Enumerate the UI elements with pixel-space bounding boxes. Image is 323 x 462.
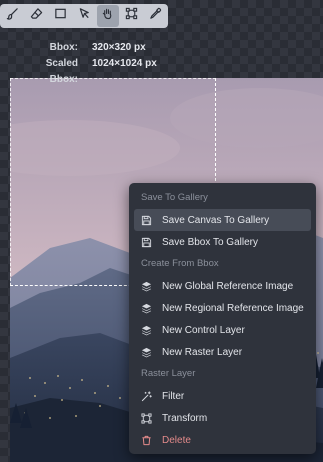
- bbox-size-value: 320×320 px: [92, 42, 146, 53]
- floppy-disk-icon: [141, 215, 152, 226]
- menu-item-delete[interactable]: Delete: [134, 429, 311, 451]
- hand-icon: [101, 7, 114, 25]
- menu-item-label: Transform: [162, 412, 208, 424]
- canvas-toolbar: [0, 4, 168, 28]
- tool-eraser[interactable]: [26, 5, 48, 27]
- rectangle-icon: [54, 7, 67, 25]
- menu-item-label: New Regional Reference Image: [162, 302, 304, 314]
- menu-item-new-regional-reference[interactable]: New Regional Reference Image: [134, 297, 311, 319]
- eraser-icon: [30, 7, 43, 25]
- bbox-size-label: Bbox:: [49, 42, 78, 53]
- stack-icon: [141, 347, 152, 358]
- tool-rectangle[interactable]: [49, 5, 71, 27]
- menu-item-save-canvas[interactable]: Save Canvas To Gallery: [134, 209, 311, 231]
- menu-item-label: New Control Layer: [162, 324, 245, 336]
- trash-icon: [141, 435, 152, 446]
- canvas-context-menu: Save To Gallery Save Canvas To Gallery S…: [129, 183, 316, 454]
- tool-brush[interactable]: [2, 5, 24, 27]
- floppy-disk-icon: [141, 237, 152, 248]
- scaled-bbox-value: 1024×1024 px: [92, 58, 157, 69]
- menu-item-label: Save Canvas To Gallery: [162, 214, 270, 226]
- tool-move[interactable]: [73, 5, 95, 27]
- tool-color-picker[interactable]: [144, 5, 166, 27]
- scaled-bbox-label: Scaled Bbox:: [45, 58, 78, 85]
- menu-item-save-bbox[interactable]: Save Bbox To Gallery: [134, 231, 311, 253]
- tool-hand[interactable]: [96, 5, 119, 27]
- stack-icon: [141, 325, 152, 336]
- menu-item-label: New Global Reference Image: [162, 280, 294, 292]
- menu-group-raster-layer: Raster Layer: [141, 368, 196, 379]
- menu-item-label: Filter: [162, 390, 185, 402]
- bbox-left-edge: [10, 78, 11, 286]
- menu-item-label: New Raster Layer: [162, 346, 243, 358]
- menu-item-new-raster-layer[interactable]: New Raster Layer: [134, 341, 311, 363]
- bbox-info-overlay: Bbox: 320×320 px Scaled Bbox: 1024×1024 …: [16, 40, 157, 88]
- transform-bbox-icon: [125, 7, 138, 25]
- stack-icon: [141, 281, 152, 292]
- menu-group-save-to-gallery: Save To Gallery: [141, 192, 208, 203]
- move-cursor-icon: [78, 7, 91, 25]
- menu-item-new-global-reference[interactable]: New Global Reference Image: [134, 275, 311, 297]
- menu-group-create-from-bbox: Create From Bbox: [141, 258, 219, 269]
- magic-wand-icon: [141, 390, 152, 402]
- menu-item-transform[interactable]: Transform: [134, 407, 311, 429]
- color-picker-icon: [149, 7, 162, 25]
- menu-item-new-control-layer[interactable]: New Control Layer: [134, 319, 311, 341]
- menu-item-label: Save Bbox To Gallery: [162, 236, 258, 248]
- brush-icon: [6, 7, 19, 25]
- menu-item-label: Delete: [162, 434, 191, 446]
- tool-transform-bbox[interactable]: [121, 5, 143, 27]
- menu-item-filter[interactable]: Filter: [134, 385, 311, 407]
- transform-icon: [141, 412, 152, 424]
- stack-icon: [141, 303, 152, 314]
